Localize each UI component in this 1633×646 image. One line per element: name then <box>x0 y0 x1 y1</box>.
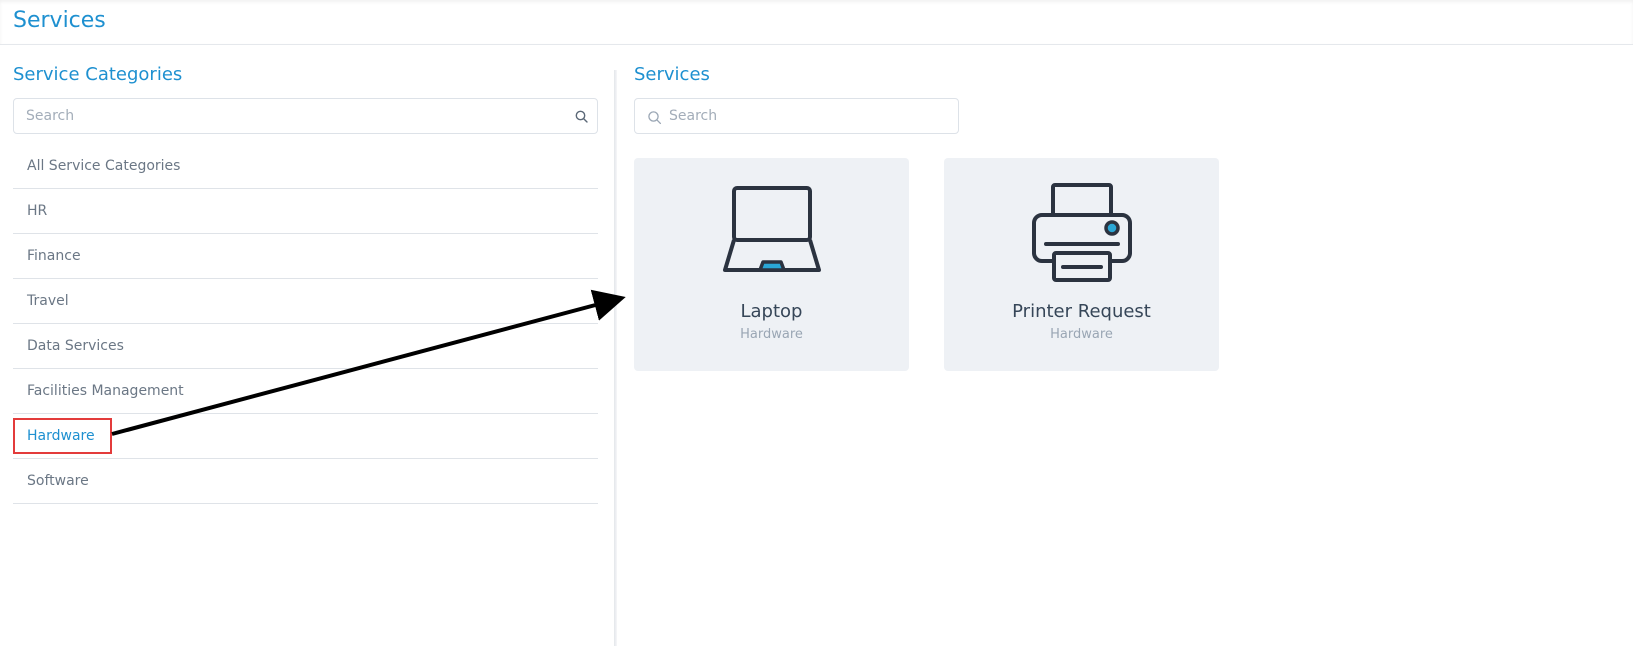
page-title: Services <box>13 8 106 33</box>
category-label: Software <box>27 473 89 489</box>
category-search-box[interactable] <box>13 98 598 134</box>
service-search-input[interactable] <box>669 99 949 133</box>
category-label: All Service Categories <box>27 158 181 174</box>
category-search-input[interactable] <box>26 99 566 133</box>
panel-divider <box>614 70 617 646</box>
hardware-highlight-box <box>13 418 112 454</box>
service-card-name: Laptop <box>740 301 803 322</box>
category-item-hr[interactable]: HR <box>13 189 598 234</box>
category-label: Finance <box>27 248 81 264</box>
service-categories-panel: Service Categories <box>13 64 598 85</box>
category-item-facilities-management[interactable]: Facilities Management <box>13 369 598 414</box>
laptop-icon <box>722 186 821 272</box>
service-search-box[interactable] <box>634 98 959 134</box>
printer-icon <box>1031 183 1132 282</box>
top-bar: Services <box>0 0 1633 45</box>
service-card-laptop[interactable]: Laptop Hardware <box>634 158 909 371</box>
category-item-software[interactable]: Software <box>13 459 598 504</box>
search-icon[interactable] <box>574 109 590 125</box>
category-item-data-services[interactable]: Data Services <box>13 324 598 369</box>
service-card-category: Hardware <box>740 327 803 342</box>
category-label: Travel <box>27 293 69 309</box>
category-item-finance[interactable]: Finance <box>13 234 598 279</box>
category-item-all[interactable]: All Service Categories <box>13 144 598 189</box>
category-label: Data Services <box>27 338 124 354</box>
category-label: HR <box>27 203 48 219</box>
search-icon <box>648 111 662 125</box>
category-label: Facilities Management <box>27 383 184 399</box>
service-card-name: Printer Request <box>1012 301 1151 322</box>
service-card-printer-request[interactable]: Printer Request Hardware <box>944 158 1219 371</box>
service-categories-title: Service Categories <box>13 64 183 85</box>
service-card-category: Hardware <box>1050 327 1113 342</box>
services-title: Services <box>634 64 710 85</box>
category-item-travel[interactable]: Travel <box>13 279 598 324</box>
